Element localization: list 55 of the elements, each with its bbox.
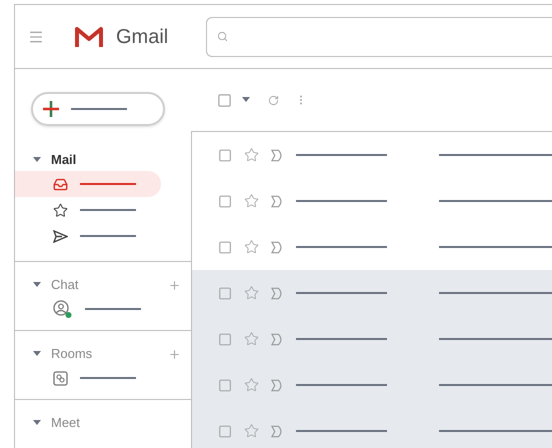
star-icon[interactable] (244, 239, 260, 255)
section-label[interactable]: Rooms (51, 344, 92, 364)
inbox-icon (53, 176, 68, 192)
important-marker-icon[interactable] (271, 286, 284, 300)
star-icon[interactable] (244, 423, 260, 439)
app-title: Gmail (116, 24, 168, 50)
sidebar-item[interactable] (15, 171, 161, 197)
section-label[interactable]: Chat (51, 275, 78, 295)
plus-icon (41, 99, 61, 119)
caret-icon[interactable] (33, 282, 41, 288)
checkbox[interactable] (218, 424, 232, 438)
placeholder-line (71, 108, 127, 110)
star-icon[interactable] (244, 377, 260, 393)
email-row[interactable] (192, 408, 552, 448)
send-icon (53, 230, 68, 242)
important-marker-icon[interactable] (271, 378, 284, 392)
important-marker-icon[interactable] (271, 148, 284, 162)
room-icon (53, 370, 68, 386)
refresh-icon[interactable] (268, 94, 279, 106)
caret-icon[interactable] (242, 97, 250, 103)
checkbox[interactable] (218, 240, 232, 254)
placeholder-line (85, 308, 141, 310)
checkbox[interactable] (218, 286, 232, 300)
star-icon[interactable] (244, 285, 260, 301)
star-icon[interactable] (244, 331, 260, 347)
placeholder-line (80, 209, 136, 211)
important-marker-icon[interactable] (271, 194, 284, 208)
important-marker-icon[interactable] (271, 332, 284, 346)
checkbox[interactable] (218, 332, 232, 346)
add-icon[interactable] (168, 278, 181, 292)
compose-button[interactable] (31, 92, 165, 126)
envelope-logo-icon (74, 26, 104, 48)
menu-icon[interactable] (28, 28, 44, 44)
caret-icon[interactable] (33, 157, 41, 163)
star-icon[interactable] (244, 147, 260, 163)
search-icon[interactable] (217, 31, 228, 42)
star-icon[interactable] (244, 193, 260, 209)
caret-icon[interactable] (33, 420, 41, 426)
placeholder-line (80, 183, 136, 185)
email-row[interactable] (192, 270, 552, 316)
caret-icon[interactable] (33, 351, 41, 357)
important-marker-icon[interactable] (271, 424, 284, 438)
section-label[interactable]: Mail (51, 150, 76, 170)
star-icon (53, 202, 68, 218)
section-label[interactable]: Meet (51, 413, 80, 433)
placeholder-line (80, 377, 136, 379)
select-all-checkbox[interactable] (217, 92, 232, 108)
important-marker-icon[interactable] (271, 240, 284, 254)
checkbox[interactable] (218, 148, 232, 162)
person-status-icon (53, 300, 73, 318)
checkbox[interactable] (218, 194, 232, 208)
checkbox[interactable] (218, 378, 232, 392)
search-field[interactable] (206, 16, 552, 56)
add-icon[interactable] (168, 348, 181, 360)
placeholder-line (80, 235, 136, 237)
